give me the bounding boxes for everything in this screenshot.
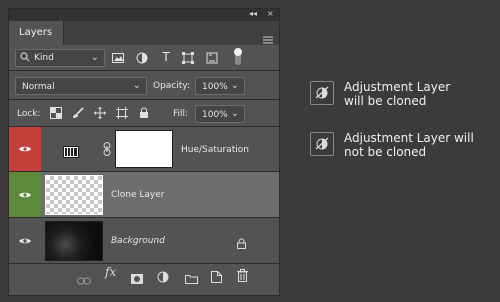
visibility-toggle[interactable] [9, 172, 41, 217]
visibility-toggle[interactable] [9, 127, 41, 171]
fill-value: 100% [202, 110, 228, 120]
chevron-down-icon: ⌄ [90, 52, 99, 63]
legend-not-cloned-text: Adjustment Layer will not be cloned [344, 131, 474, 159]
opacity-label: Opacity: [153, 81, 190, 91]
blend-mode-value: Normal [22, 82, 55, 92]
search-icon [20, 52, 30, 65]
link-layers-icon[interactable] [77, 270, 91, 289]
filter-type-icon[interactable]: T [159, 50, 173, 64]
lock-icon [237, 234, 246, 253]
opacity-value: 100% [202, 82, 228, 92]
blend-mode-dropdown[interactable]: Normal ⌄ [15, 77, 147, 95]
new-group-icon[interactable] [185, 269, 198, 288]
separator [9, 99, 279, 100]
filter-pixel-icon[interactable] [111, 51, 125, 65]
cloned-icon [315, 86, 329, 99]
layers-panel: ◂◂ × Layers Kind ⌄ T Normal ⌄ Opacity: 1… [8, 8, 280, 296]
layer-name[interactable]: Clone Layer [111, 190, 165, 200]
lock-transparent-icon[interactable] [49, 106, 63, 120]
opacity-field[interactable]: 100% ⌄ [195, 77, 245, 95]
add-mask-icon[interactable] [131, 269, 143, 288]
lock-label: Lock: [17, 109, 41, 119]
visibility-toggle[interactable] [9, 218, 41, 263]
filter-toggle-icon[interactable] [233, 47, 243, 67]
close-panel-icon[interactable]: × [267, 9, 274, 18]
fx-icon[interactable]: fx [105, 265, 116, 279]
layer-thumbnail[interactable] [45, 221, 103, 261]
layer-row-hue-saturation[interactable]: Hue/Saturation [9, 127, 279, 171]
panel-menu-icon[interactable] [263, 29, 273, 44]
legend-cloned-text: Adjustment Layer will be cloned [344, 80, 451, 108]
new-layer-icon[interactable] [211, 268, 222, 287]
not-cloned-icon [315, 137, 329, 150]
fill-label: Fill: [173, 109, 189, 119]
legend-not-cloned-box [310, 132, 334, 156]
filter-kind-dropdown[interactable]: Kind ⌄ [15, 49, 105, 67]
filter-adjustment-icon[interactable] [135, 51, 149, 65]
tab-layers[interactable]: Layers [9, 21, 64, 45]
layer-row-background[interactable]: Background [9, 218, 279, 263]
filter-shape-icon[interactable] [181, 51, 195, 65]
layer-mask-thumbnail[interactable] [115, 130, 173, 168]
panel-topbar: ◂◂ × [9, 9, 279, 21]
layer-name[interactable]: Hue/Saturation [181, 145, 249, 155]
lock-artboard-icon[interactable] [115, 106, 129, 120]
lock-brush-icon[interactable] [71, 106, 85, 120]
new-adjustment-icon[interactable] [157, 268, 169, 287]
legend-cloned-box [310, 81, 334, 105]
chevron-down-icon: ⌄ [230, 108, 239, 119]
eye-icon [19, 146, 31, 152]
lock-all-icon[interactable] [137, 106, 151, 120]
layer-name[interactable]: Background [111, 236, 165, 246]
filter-kind-value: Kind [34, 53, 54, 63]
separator [9, 70, 279, 71]
chevron-down-icon: ⌄ [132, 80, 141, 91]
eye-icon [19, 238, 31, 243]
eye-icon [19, 192, 31, 197]
adjustment-hue-icon [63, 143, 79, 162]
layer-row-clone[interactable]: Clone Layer [9, 172, 279, 217]
panel-tabbar: Layers [9, 21, 279, 45]
delete-layer-icon[interactable] [237, 267, 248, 286]
tab-layers-label: Layers [19, 27, 53, 38]
chevron-down-icon: ⌄ [230, 80, 239, 91]
fill-field[interactable]: 100% ⌄ [195, 105, 245, 123]
separator [9, 263, 279, 264]
filter-smartobject-icon[interactable] [205, 51, 219, 65]
collapse-icon[interactable]: ◂◂ [249, 9, 257, 18]
layer-thumbnail-transparent[interactable] [45, 175, 103, 215]
lock-move-icon[interactable] [93, 106, 107, 120]
mask-link-icon[interactable] [103, 141, 111, 160]
